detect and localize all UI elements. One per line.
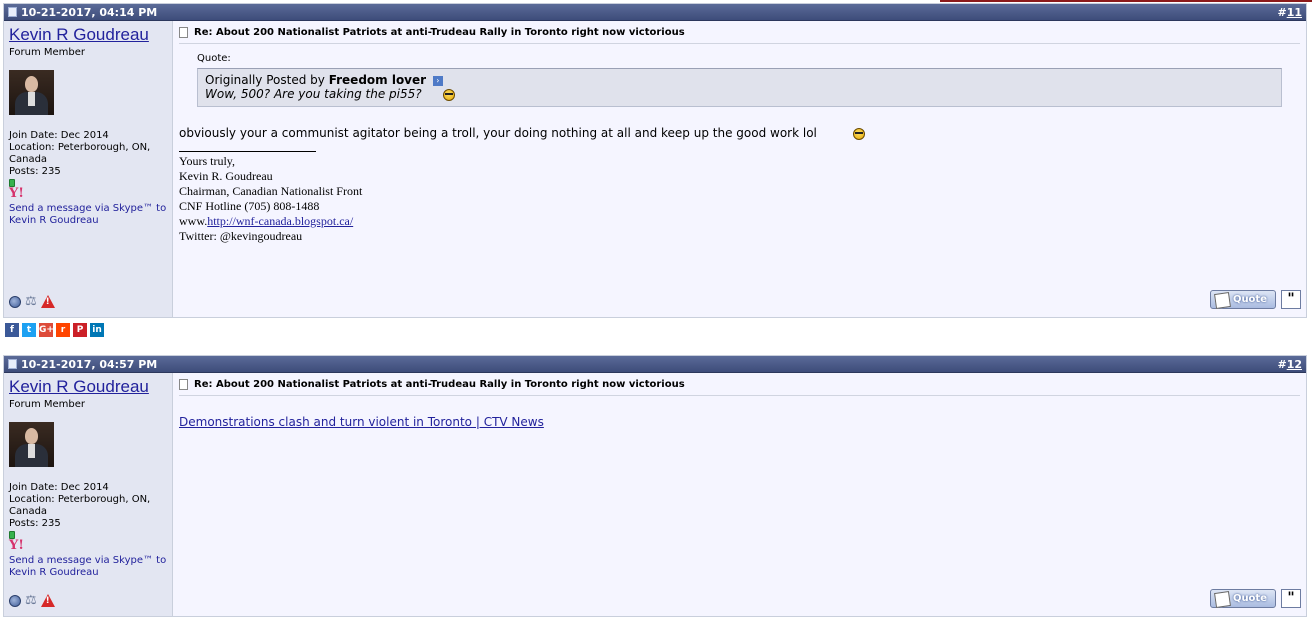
- signature-divider: [179, 151, 316, 152]
- post-title-text: Re: About 200 Nationalist Patriots at an…: [194, 379, 685, 390]
- post-number-prefix: #: [1277, 357, 1287, 371]
- twitter-share-icon[interactable]: t: [22, 323, 36, 337]
- post-buttons: Quote ": [1209, 589, 1301, 608]
- skype-link[interactable]: Send a message via Skype™ to Kevin R Gou…: [9, 203, 167, 227]
- username-link[interactable]: Kevin R Goudreau: [9, 377, 167, 397]
- signature-line: CNF Hotline (705) 808-1488: [179, 199, 320, 213]
- post-count: Posts: 235: [9, 518, 61, 529]
- report-icon[interactable]: [40, 594, 55, 607]
- post-content: Re: About 200 Nationalist Patriots at an…: [173, 21, 1306, 317]
- multiquote-icon[interactable]: ": [1281, 589, 1301, 608]
- avatar[interactable]: [9, 422, 54, 467]
- facebook-share-icon[interactable]: f: [5, 323, 19, 337]
- post-number-link[interactable]: #11: [1277, 6, 1302, 19]
- user-stats: Join Date: Dec 2014 Location: Peterborou…: [9, 130, 167, 178]
- post-header: 10-21-2017, 04:14 PM #11: [4, 4, 1306, 21]
- location: Location: Peterborough, ON, Canada: [9, 494, 151, 517]
- signature: Yours truly, Kevin R. Goudreau Chairman,…: [179, 154, 1300, 244]
- multiquote-icon[interactable]: ": [1281, 290, 1301, 309]
- article-link[interactable]: Demonstrations clash and turn violent in…: [179, 415, 544, 429]
- user-info-panel: Kevin R Goudreau Forum Member Join Date:…: [4, 21, 173, 317]
- quote-text: Wow, 500? Are you taking the pi55?: [205, 87, 422, 101]
- location: Location: Peterborough, ON, Canada: [9, 142, 151, 165]
- user-title: Forum Member: [9, 399, 86, 410]
- user-info-panel: Kevin R Goudreau Forum Member Join Date:…: [4, 373, 173, 616]
- smiley-icon: [443, 88, 456, 101]
- signature-link[interactable]: http://wnf-canada.blogspot.ca/: [207, 214, 353, 228]
- join-date: Join Date: Dec 2014: [9, 482, 109, 493]
- quote-button[interactable]: Quote: [1209, 589, 1276, 608]
- post-number-link[interactable]: #12: [1277, 358, 1302, 371]
- google-share-icon[interactable]: G+: [39, 323, 54, 337]
- top-accent-line: [940, 0, 1312, 2]
- document-icon: [8, 7, 17, 17]
- signature-www: www.: [179, 214, 208, 228]
- post-count: Posts: 235: [9, 166, 61, 177]
- pinterest-share-icon[interactable]: P: [73, 323, 87, 337]
- post-date-text: 10-21-2017, 04:57 PM: [21, 357, 158, 371]
- user-icons: ⚖: [9, 295, 55, 308]
- divider: [179, 43, 1300, 44]
- profile-icon[interactable]: [9, 295, 21, 308]
- divider: [179, 395, 1300, 396]
- quote-box: Originally Posted by Freedom lover › Wow…: [197, 68, 1282, 107]
- post-11: 10-21-2017, 04:14 PM #11 Kevin R Goudrea…: [3, 3, 1307, 318]
- signature-line: Chairman, Canadian Nationalist Front: [179, 184, 363, 198]
- post-number: 12: [1286, 357, 1302, 371]
- linkedin-share-icon[interactable]: in: [90, 323, 104, 337]
- smiley-icon: [852, 127, 865, 140]
- document-icon: [179, 379, 188, 390]
- post-content: Re: About 200 Nationalist Patriots at an…: [173, 373, 1306, 616]
- view-post-icon[interactable]: ›: [432, 75, 443, 86]
- profile-icon[interactable]: [9, 594, 21, 607]
- quote-prefix: Originally Posted by: [205, 73, 325, 87]
- signature-line: Twitter: @kevingoudreau: [179, 229, 303, 243]
- quote-button[interactable]: Quote: [1209, 290, 1276, 309]
- signature-line: Yours truly,: [179, 154, 236, 168]
- message-text: obviously your a communist agitator bein…: [179, 126, 1300, 140]
- user-title: Forum Member: [9, 47, 86, 58]
- username-link[interactable]: Kevin R Goudreau: [9, 25, 167, 45]
- yahoo-icon[interactable]: Y!: [9, 539, 167, 552]
- post-number-prefix: #: [1277, 5, 1287, 19]
- post-buttons: Quote ": [1209, 290, 1301, 309]
- report-icon[interactable]: [40, 295, 55, 308]
- document-icon: [8, 359, 17, 369]
- post-header: 10-21-2017, 04:57 PM #12: [4, 356, 1306, 373]
- avatar[interactable]: [9, 70, 54, 115]
- post-title: Re: About 200 Nationalist Patriots at an…: [179, 27, 1300, 38]
- yahoo-icon[interactable]: Y!: [9, 187, 167, 200]
- share-bar: f t G+ r P in: [5, 323, 104, 337]
- reputation-icon[interactable]: ⚖: [25, 594, 37, 607]
- user-icons: ⚖: [9, 594, 55, 607]
- reputation-icon[interactable]: ⚖: [25, 295, 37, 308]
- join-date: Join Date: Dec 2014: [9, 130, 109, 141]
- post-12: 10-21-2017, 04:57 PM #12 Kevin R Goudrea…: [3, 355, 1307, 617]
- document-icon: [179, 27, 188, 38]
- post-title: Re: About 200 Nationalist Patriots at an…: [179, 379, 1300, 390]
- post-date: 10-21-2017, 04:57 PM: [8, 358, 157, 371]
- post-title-text: Re: About 200 Nationalist Patriots at an…: [194, 27, 685, 38]
- message-body: obviously your a communist agitator bein…: [179, 126, 817, 140]
- post-number: 11: [1286, 5, 1302, 19]
- post-date: 10-21-2017, 04:14 PM: [8, 6, 157, 19]
- quote-label: Quote:: [197, 53, 231, 64]
- user-stats: Join Date: Dec 2014 Location: Peterborou…: [9, 482, 167, 530]
- signature-line: Kevin R. Goudreau: [179, 169, 273, 183]
- reddit-share-icon[interactable]: r: [56, 323, 70, 337]
- quote-author: Freedom lover: [328, 73, 427, 87]
- skype-link[interactable]: Send a message via Skype™ to Kevin R Gou…: [9, 555, 167, 579]
- post-date-text: 10-21-2017, 04:14 PM: [21, 5, 158, 19]
